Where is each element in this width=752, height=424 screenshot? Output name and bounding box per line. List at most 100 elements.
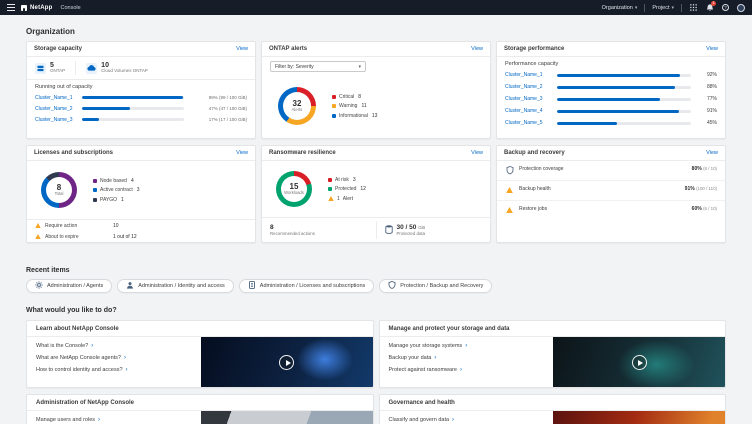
cluster-link[interactable]: Cluster_Name_2 [35,106,77,112]
legend-item-critical: Critical 8 [332,94,377,100]
severity-filter-dropdown[interactable]: Filter by: Severity ▾ [270,61,366,72]
storage-system-icon [35,63,46,74]
view-link[interactable]: View [236,46,248,52]
video-thumbnail[interactable] [201,337,373,387]
alerts-donut-chart: 32 Alerts [278,87,316,125]
performance-bar [557,110,691,113]
legend-item-node-based: Node based 4 [93,178,140,184]
video-thumbnail[interactable] [201,411,373,424]
organization-selector[interactable]: Organization ▾ [602,5,638,11]
performance-value: 88% [697,84,717,90]
shield-icon [388,281,396,291]
cluster-link[interactable]: Cluster_Name_1 [35,95,77,101]
play-button-icon[interactable] [279,355,294,370]
legend-item-at-risk: At risk 3 [328,177,366,183]
cluster-link[interactable]: Cluster_Name_3 [505,96,551,102]
performance-bar [557,74,691,77]
learn-link[interactable]: Backup your data › [389,355,545,361]
capacity-bar [82,118,184,121]
performance-capacity-label: Performance capacity [505,61,717,67]
learn-card-administration: Administration of NetApp Console Manage … [26,394,374,424]
learn-link[interactable]: What are NetApp Console agents? › [36,355,192,361]
learn-card-title: Governance and health [380,395,726,411]
cluster-link[interactable]: Cluster_Name_2 [505,84,551,90]
view-link[interactable]: View [706,150,718,156]
about-to-expire-row: About to expire 1 out of 12 [27,231,255,242]
legend-item-informational: Informational 13 [332,113,377,119]
cloud-icon [86,63,97,74]
database-icon [385,221,393,239]
user-avatar[interactable] [737,4,745,12]
ransomware-resilience-card: Ransomware resilience View 15 Workloads … [261,145,491,243]
netapp-logo[interactable]: NetApp [21,5,53,11]
project-selector[interactable]: Project ▾ [652,5,674,11]
stat-label: ONTAP [50,69,65,74]
warning-icon [505,187,514,193]
alert-link[interactable]: 1 Alert [328,196,366,202]
capacity-detail: 99% (99 / 100 GiB) [189,95,247,100]
capacity-bar [82,107,184,110]
recent-item-backup-recovery[interactable]: Protection / Backup and Recovery [379,279,492,293]
licenses-card: Licenses and subscriptions View 8 Total … [26,145,256,243]
view-link[interactable]: View [706,46,718,52]
performance-row: Cluster_Name_4 91% [497,105,725,117]
notification-badge: 1 [711,1,716,6]
legend-item-active-contract: Active contract 3 [93,187,140,193]
card-title: Ransomware resilience [269,150,336,156]
require-action-row: Require action 10 [27,220,255,231]
capacity-row: Cluster_Name_2 47% (47 / 100 GiB) [27,103,255,114]
play-button-icon[interactable] [632,355,647,370]
shield-icon [505,166,514,175]
performance-bar [557,122,691,125]
cluster-link[interactable]: Cluster_Name_3 [35,117,77,123]
view-link[interactable]: View [236,150,248,156]
filter-value: Severity [296,64,314,70]
help-icon[interactable]: ? [721,3,730,12]
chevron-right-icon: › [126,367,128,373]
learn-link[interactable]: Manage your storage systems › [389,343,545,349]
performance-value: 45% [697,120,717,126]
recent-item-licenses[interactable]: Administration / Licenses and subscripti… [239,279,374,293]
learn-card-title: Learn about NetApp Console [27,321,373,337]
topbar-divider [644,4,645,12]
ontap-alerts-card: ONTAP alerts View Filter by: Severity ▾ … [261,41,491,139]
learn-link[interactable]: Protect against ransomware › [389,367,545,373]
cluster-link[interactable]: Cluster_Name_5 [505,120,551,126]
product-name: Console [61,5,81,11]
warning-icon [328,196,334,202]
learn-card-governance: Governance and health Classify and gover… [379,394,727,424]
capacity-detail: 17% (17 / 100 GiB) [189,117,247,122]
capacity-detail: 47% (47 / 100 GiB) [189,106,247,111]
view-link[interactable]: View [471,150,483,156]
backup-health-row: Backup health 91% (100 / 110) [497,180,725,200]
cluster-link[interactable]: Cluster_Name_1 [505,72,551,78]
learn-link[interactable]: Manage users and roles › [36,417,192,423]
apps-grid-icon[interactable] [689,3,698,12]
learn-link[interactable]: How to control identity and access? › [36,367,192,373]
chevron-right-icon: › [124,355,126,361]
learn-link[interactable]: What is the Console? › [36,343,192,349]
cloud-volumes-stat: 10 Cloud Volumes ONTAP [86,62,148,75]
protected-data: 30 / 50 GiB Protected data [385,221,483,239]
video-thumbnail[interactable] [553,337,725,387]
chevron-right-icon: › [434,355,436,361]
netapp-logo-mark [21,5,27,11]
organization-selector-label: Organization [602,5,633,11]
storage-capacity-stats: 5 ONTAP 10 Cloud Volumes ONTAP [27,57,255,80]
dashboard-content: Organization Storage capacity View 5 ONT… [0,27,752,424]
storage-capacity-card: Storage capacity View 5 ONTAP [26,41,256,139]
learn-link[interactable]: Classify and govern data › [389,417,545,423]
recent-item-identity-access[interactable]: Administration / Identity and access [117,279,234,293]
card-title: ONTAP alerts [269,46,307,52]
recent-items-list: Administration / Agents Administration /… [26,279,726,293]
card-title: Backup and recovery [504,150,565,156]
dashboard-row-2: Licenses and subscriptions View 8 Total … [26,145,726,243]
video-thumbnail[interactable] [553,411,725,424]
legend-item-warning: Warning 11 [332,103,377,109]
recent-item-agents[interactable]: Administration / Agents [26,279,112,293]
cluster-link[interactable]: Cluster_Name_4 [505,108,551,114]
view-link[interactable]: View [471,46,483,52]
menu-icon[interactable] [7,4,15,11]
performance-value: 91% [697,108,717,114]
notifications-bell-icon[interactable]: 1 [705,3,714,12]
